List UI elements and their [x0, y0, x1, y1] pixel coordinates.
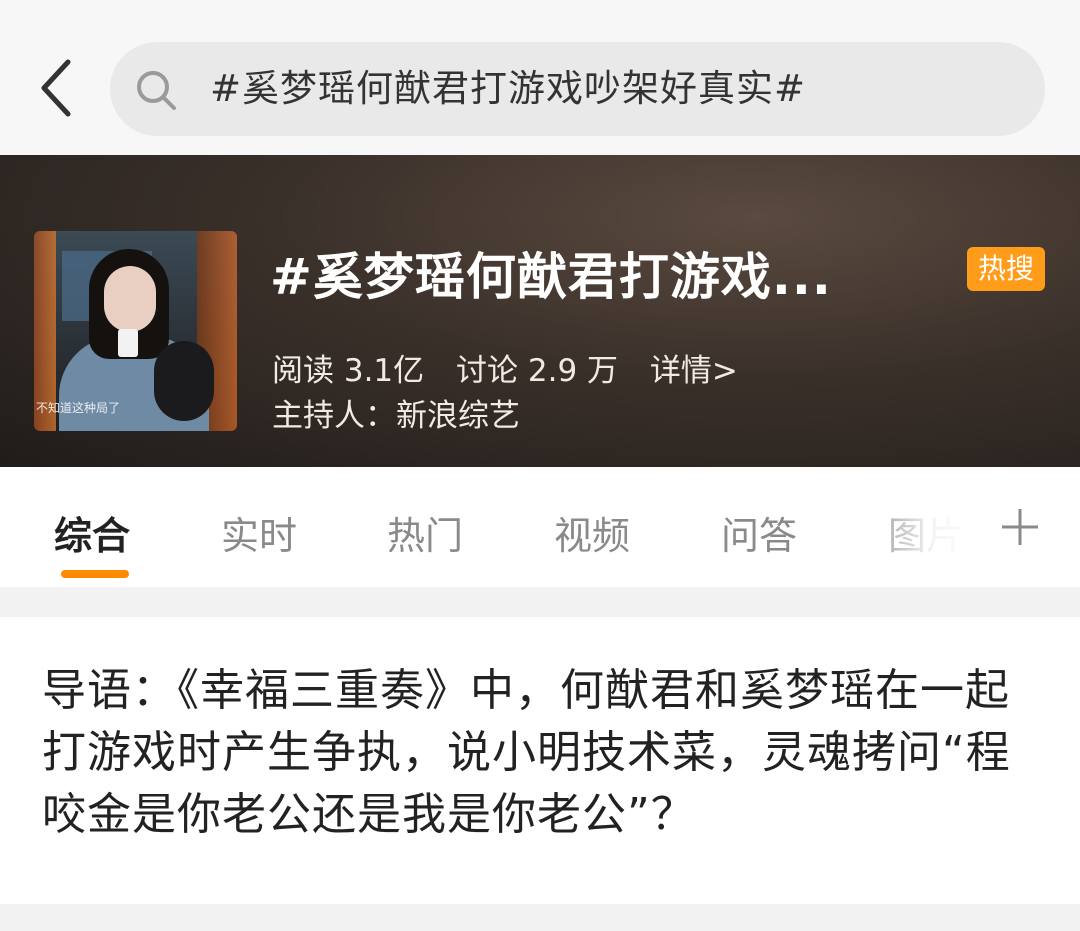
topic-thumbnail[interactable]: 不知道这种局了 [34, 231, 237, 431]
read-count: 阅读 3.1亿 [272, 353, 425, 389]
plus-icon [1002, 509, 1038, 545]
search-query: #奚梦瑶何猷君打游戏吵架好真实# [210, 67, 807, 110]
section-divider [0, 904, 1080, 931]
tab-comprehensive[interactable]: 综合 [54, 505, 130, 560]
back-button[interactable] [30, 52, 82, 124]
section-divider [0, 587, 1080, 617]
back-arrow-icon [41, 59, 71, 117]
tab-video[interactable]: 视频 [554, 505, 630, 560]
tab-bar: 综合 实时 热门 视频 问答 图片 [0, 467, 1080, 587]
add-tab-button[interactable] [990, 497, 1050, 557]
tab-hot[interactable]: 热门 [387, 505, 463, 560]
tab-fade [860, 467, 980, 587]
topic-intro: 导语：《幸福三重奏》中，何猷君和奚梦瑶在一起打游戏时产生争执，说小明技术菜，灵魂… [42, 665, 1011, 840]
topic-banner: 不知道这种局了 #奚梦瑶何猷君打游戏... 热搜 阅读 3.1亿 讨论 2.9 … [0, 155, 1080, 467]
tab-realtime[interactable]: 实时 [221, 505, 297, 560]
hot-search-badge: 热搜 [967, 247, 1045, 291]
search-header: #奚梦瑶何猷君打游戏吵架好真实# [0, 0, 1080, 155]
active-tab-indicator [61, 570, 129, 578]
discussion-count: 讨论 2.9 万 [456, 353, 619, 389]
tab-qa[interactable]: 问答 [721, 505, 797, 560]
details-link[interactable]: 详情> [650, 353, 738, 389]
topic-stats: 阅读 3.1亿 讨论 2.9 万 详情> [272, 345, 760, 390]
topic-host: 主持人：新浪综艺 [272, 398, 520, 434]
thumbnail-caption: 不知道这种局了 [36, 401, 121, 415]
search-icon [137, 71, 176, 110]
search-input[interactable]: #奚梦瑶何猷君打游戏吵架好真实# [110, 42, 1045, 136]
topic-title: #奚梦瑶何猷君打游戏... [270, 248, 832, 306]
